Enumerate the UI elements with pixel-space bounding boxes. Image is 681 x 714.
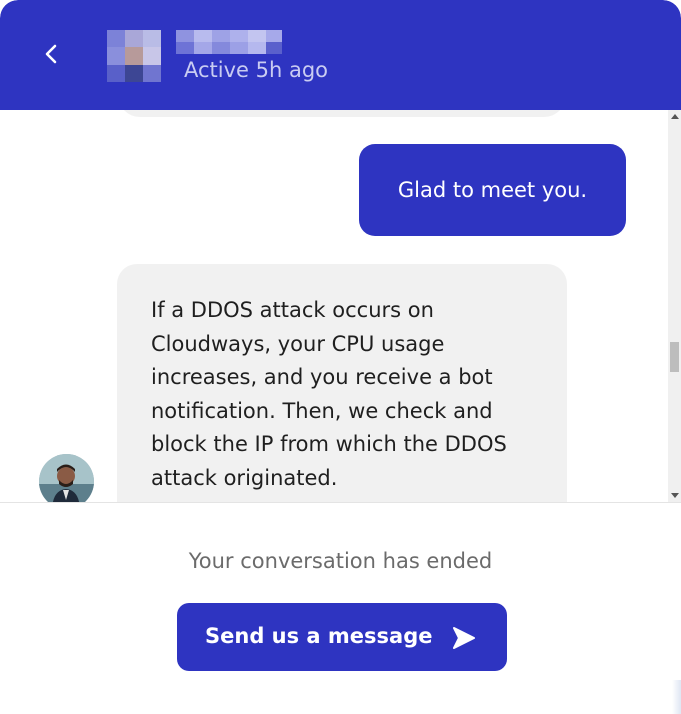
message-scrollbar[interactable] [668, 110, 681, 502]
agent-message-text: If a DDOS attack occurs on Cloudways, yo… [151, 294, 543, 496]
agent-message-line: block the IP from which the DDOS [151, 432, 507, 457]
chat-footer: Your conversation has ended Send us a me… [0, 502, 681, 714]
agent-message-line: increases, and you receive a bot [151, 365, 493, 390]
scroll-down-arrow-icon[interactable] [671, 493, 679, 498]
back-button[interactable] [32, 34, 72, 74]
agent-message-line: attack originated. [151, 465, 338, 490]
scroll-up-arrow-icon[interactable] [671, 114, 679, 119]
agent-message-line: Cloudways, your CPU usage [151, 331, 445, 356]
send-arrow-icon [453, 627, 475, 649]
conversation-ended-text: Your conversation has ended [188, 549, 493, 573]
send-message-label: Send us a message [205, 624, 433, 648]
scrollbar-thumb[interactable] [670, 342, 679, 372]
agent-message-line: If a DDOS attack occurs on [151, 298, 434, 322]
window-edge [672, 680, 681, 714]
chevron-left-icon [45, 44, 57, 64]
chat-widget: Active 5h ago Glad to meet you. If a DDO… [0, 0, 681, 714]
agent-avatar [39, 454, 94, 502]
agent-status: Active 5h ago [184, 58, 329, 82]
agent-avatar-pixelated [107, 30, 161, 82]
previous-message-bubble [118, 110, 566, 117]
agent-avatar-photo [39, 454, 94, 502]
user-message-bubble: Glad to meet you. [359, 144, 626, 236]
send-message-button[interactable]: Send us a message [177, 603, 507, 671]
agent-name-pixelated [176, 30, 282, 54]
message-list[interactable]: Glad to meet you. If a DDOS attack occur… [0, 110, 668, 502]
user-message-text: Glad to meet you. [397, 178, 588, 202]
agent-message-line: notification. Then, we check and [151, 398, 493, 423]
chat-header: Active 5h ago [0, 0, 681, 110]
agent-message-bubble: If a DDOS attack occurs on Cloudways, yo… [117, 264, 567, 502]
